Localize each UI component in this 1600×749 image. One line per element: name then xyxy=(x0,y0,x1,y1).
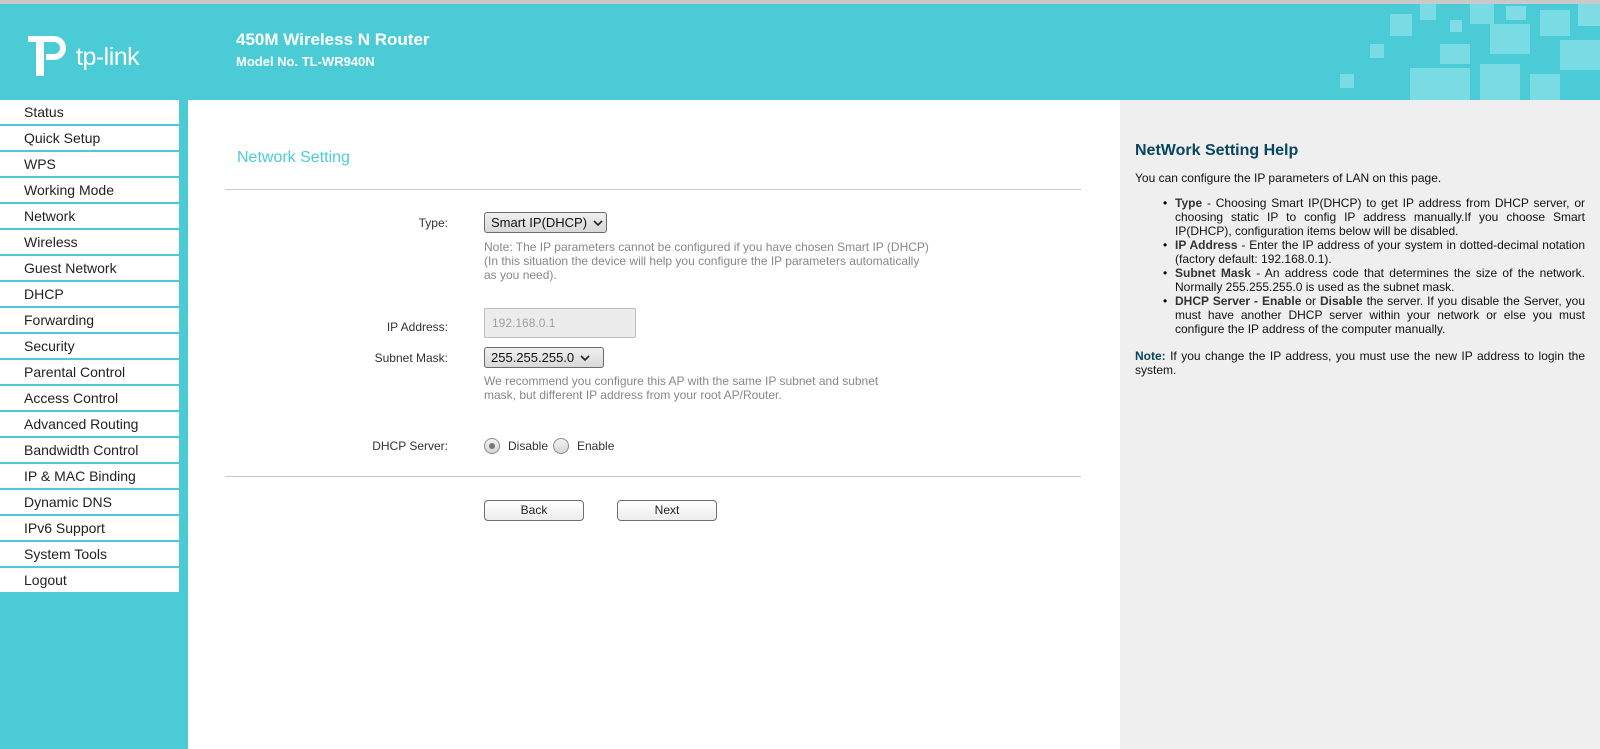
sidebar-item-wps[interactable]: WPS xyxy=(0,152,179,178)
sidebar-item-dynamic-dns[interactable]: Dynamic DNS xyxy=(0,490,179,516)
help-note: Note: If you change the IP address, you … xyxy=(1135,349,1585,377)
sidebar-item-forwarding[interactable]: Forwarding xyxy=(0,308,179,334)
help-intro: You can configure the IP parameters of L… xyxy=(1135,171,1442,185)
help-term-ip-address: IP Address xyxy=(1175,238,1238,252)
sidebar-item-status[interactable]: Status xyxy=(0,100,179,126)
chevron-down-icon xyxy=(580,354,590,361)
help-note-label: Note: xyxy=(1135,349,1166,363)
sidebar-item-security[interactable]: Security xyxy=(0,334,179,360)
type-note-line-2: (In this situation the device will help … xyxy=(484,254,920,268)
subnet-mask-note: We recommend you configure this AP with … xyxy=(484,374,878,402)
sidebar-menu: Status Quick Setup WPS Working Mode Netw… xyxy=(0,100,179,594)
sidebar-item-quick-setup[interactable]: Quick Setup xyxy=(0,126,179,152)
help-term-type: Type xyxy=(1175,196,1203,210)
help-item-ip-address: IP Address - Enter the IP address of you… xyxy=(1163,238,1585,266)
dhcp-server-label: DHCP Server: xyxy=(372,439,448,453)
help-term-subnet-mask: Subnet Mask xyxy=(1175,266,1251,280)
type-note-line-1: Note: The IP parameters cannot be config… xyxy=(484,240,929,254)
sidebar-item-network[interactable]: Network xyxy=(0,204,179,230)
subnet-mask-label: Subnet Mask: xyxy=(374,351,448,365)
back-button[interactable]: Back xyxy=(484,500,584,521)
subnet-mask-select[interactable]: 255.255.255.0 xyxy=(484,347,604,368)
sidebar-item-parental-control[interactable]: Parental Control xyxy=(0,360,179,386)
next-button[interactable]: Next xyxy=(617,500,717,521)
help-text-type: - Choosing Smart IP(DHCP) to get IP addr… xyxy=(1175,196,1585,238)
logo-text: tp-link xyxy=(76,42,140,71)
sidebar-item-system-tools[interactable]: System Tools xyxy=(0,542,179,568)
sidebar-item-guest-network[interactable]: Guest Network xyxy=(0,256,179,282)
help-list: Type - Choosing Smart IP(DHCP) to get IP… xyxy=(1163,196,1585,336)
help-text-or: or xyxy=(1301,294,1320,308)
help-item-dhcp-server: DHCP Server - Enable or Disable the serv… xyxy=(1163,294,1585,336)
sidebar-item-working-mode[interactable]: Working Mode xyxy=(0,178,179,204)
sidebar-item-advanced-routing[interactable]: Advanced Routing xyxy=(0,412,179,438)
subnet-mask-note-line-2: mask, but different IP address from your… xyxy=(484,388,782,402)
chevron-down-icon xyxy=(593,219,603,226)
model-number: Model No. TL-WR940N xyxy=(236,54,375,69)
subnet-mask-value: 255.255.255.0 xyxy=(491,350,575,365)
sidebar-item-access-control[interactable]: Access Control xyxy=(0,386,179,412)
help-term-disable: Disable xyxy=(1319,294,1363,308)
subnet-mask-note-line-1: We recommend you configure this AP with … xyxy=(484,374,879,388)
type-note-line-3: as you need). xyxy=(484,268,557,282)
bottom-divider xyxy=(225,476,1081,477)
main-content: Network Setting Type: Smart IP(DHCP) Not… xyxy=(188,100,1120,749)
help-item-type: Type - Choosing Smart IP(DHCP) to get IP… xyxy=(1163,196,1585,238)
type-note: Note: The IP parameters cannot be config… xyxy=(484,240,929,282)
header-decoration xyxy=(1340,4,1600,100)
dhcp-enable-radio[interactable] xyxy=(553,438,569,454)
type-select[interactable]: Smart IP(DHCP) xyxy=(484,212,607,233)
help-term-enable: Enable xyxy=(1262,294,1302,308)
sidebar-item-ip-mac-binding[interactable]: IP & MAC Binding xyxy=(0,464,179,490)
dhcp-disable-label: Disable xyxy=(508,439,549,453)
tp-link-logo-icon xyxy=(28,36,66,76)
top-divider xyxy=(225,189,1081,190)
help-text-dhcp-dash: - xyxy=(1250,294,1263,308)
dhcp-enable-label: Enable xyxy=(577,439,615,453)
sidebar-item-dhcp[interactable]: DHCP xyxy=(0,282,179,308)
ip-address-input[interactable]: 192.168.0.1 xyxy=(484,308,636,338)
help-item-subnet-mask: Subnet Mask - An address code that deter… xyxy=(1163,266,1585,294)
ip-address-label: IP Address: xyxy=(386,320,448,334)
dhcp-disable-radio[interactable] xyxy=(484,438,500,454)
sidebar-item-logout[interactable]: Logout xyxy=(0,568,179,594)
product-info: 450M Wireless N Router Model No. TL-WR94… xyxy=(236,30,430,69)
help-note-text: If you change the IP address, you must u… xyxy=(1135,349,1585,377)
type-select-value: Smart IP(DHCP) xyxy=(491,215,588,230)
page-title: Network Setting xyxy=(237,149,350,166)
sidebar: Status Quick Setup WPS Working Mode Netw… xyxy=(0,100,188,749)
help-title: NetWork Setting Help xyxy=(1135,142,1299,159)
sidebar-item-bandwidth-control[interactable]: Bandwidth Control xyxy=(0,438,179,464)
tp-link-logo: tp-link xyxy=(24,30,140,80)
help-term-dhcp-server: DHCP Server xyxy=(1175,294,1251,308)
product-name: 450M Wireless N Router xyxy=(236,30,430,49)
header-banner: tp-link 450M Wireless N Router Model No.… xyxy=(0,4,1600,100)
help-panel: NetWork Setting Help You can configure t… xyxy=(1120,100,1600,749)
sidebar-item-wireless[interactable]: Wireless xyxy=(0,230,179,256)
type-label: Type: xyxy=(418,216,448,230)
sidebar-item-ipv6-support[interactable]: IPv6 Support xyxy=(0,516,179,542)
